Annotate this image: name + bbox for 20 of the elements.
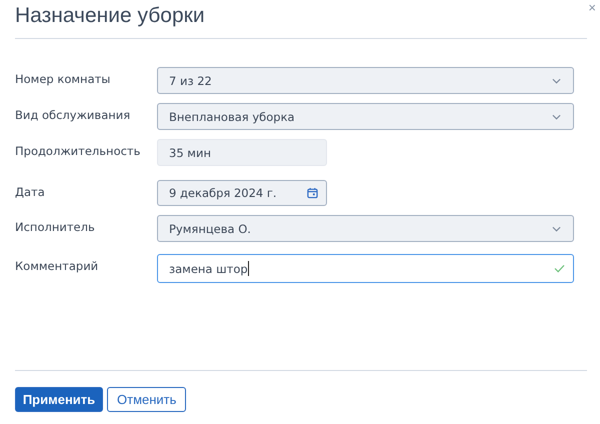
field-label: Комментарий bbox=[15, 258, 100, 273]
dialog-title: Назначение уборки bbox=[15, 4, 205, 28]
cancel-button[interactable]: Отменить bbox=[107, 387, 186, 412]
field-label: Номер комнаты bbox=[15, 71, 112, 86]
chevron-down-icon[interactable] bbox=[552, 78, 561, 84]
chevron-down-icon[interactable] bbox=[552, 226, 561, 232]
chevron-down-icon[interactable] bbox=[552, 114, 561, 120]
calendar-icon[interactable] bbox=[307, 187, 318, 199]
field-label: Дата bbox=[15, 184, 46, 199]
input-field[interactable]: замена штор bbox=[157, 254, 574, 283]
field-label: Исполнитель bbox=[15, 219, 96, 234]
field-label: Вид обслуживания bbox=[15, 107, 132, 122]
dropdown[interactable]: Румянцева О. bbox=[157, 215, 574, 242]
date-field[interactable]: 9 декабря 2024 г. bbox=[157, 180, 327, 206]
field-label: Продолжительность bbox=[15, 143, 142, 158]
dropdown[interactable]: Внеплановая уборка bbox=[157, 103, 574, 130]
dropdown[interactable]: 7 из 22 bbox=[157, 67, 574, 94]
apply-button[interactable]: Применить bbox=[15, 387, 103, 412]
readonly-field: 35 мин bbox=[157, 139, 327, 166]
checkmark-icon bbox=[554, 264, 565, 273]
